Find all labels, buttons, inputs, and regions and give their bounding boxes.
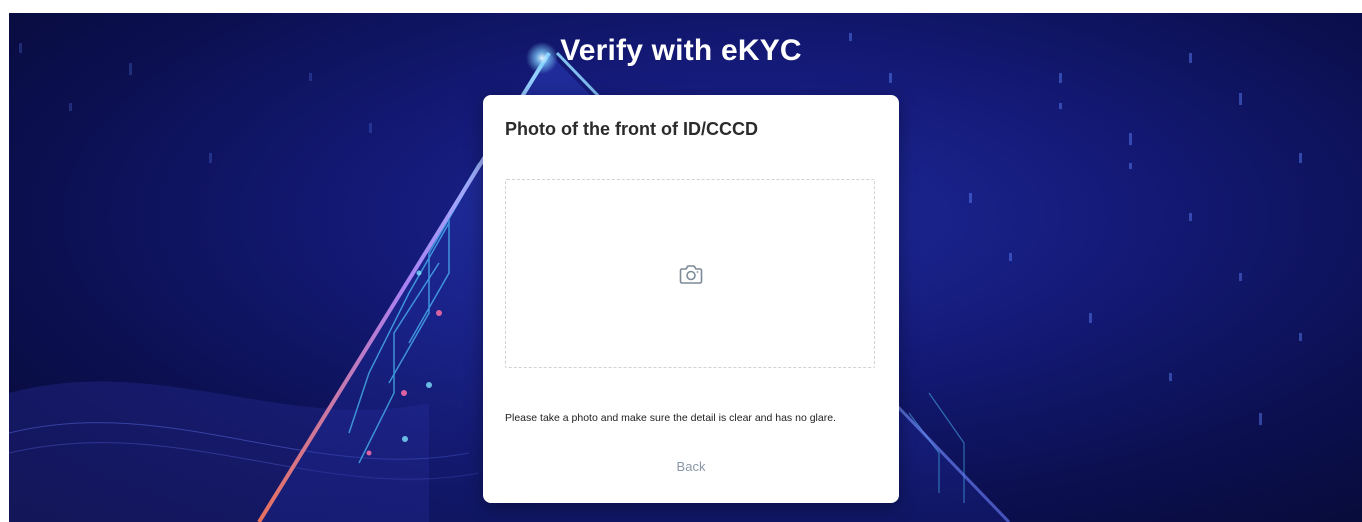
back-button[interactable]: Back: [651, 455, 731, 477]
page-title: Verify with eKYC: [560, 34, 802, 67]
instruction-text: Please take a photo and make sure the de…: [505, 412, 836, 424]
photo-upload-area[interactable]: [505, 179, 875, 368]
upload-card: Photo of the front of ID/CCCD Please tak…: [483, 95, 899, 503]
camera-icon: [679, 265, 703, 284]
card-title: Photo of the front of ID/CCCD: [505, 119, 758, 139]
